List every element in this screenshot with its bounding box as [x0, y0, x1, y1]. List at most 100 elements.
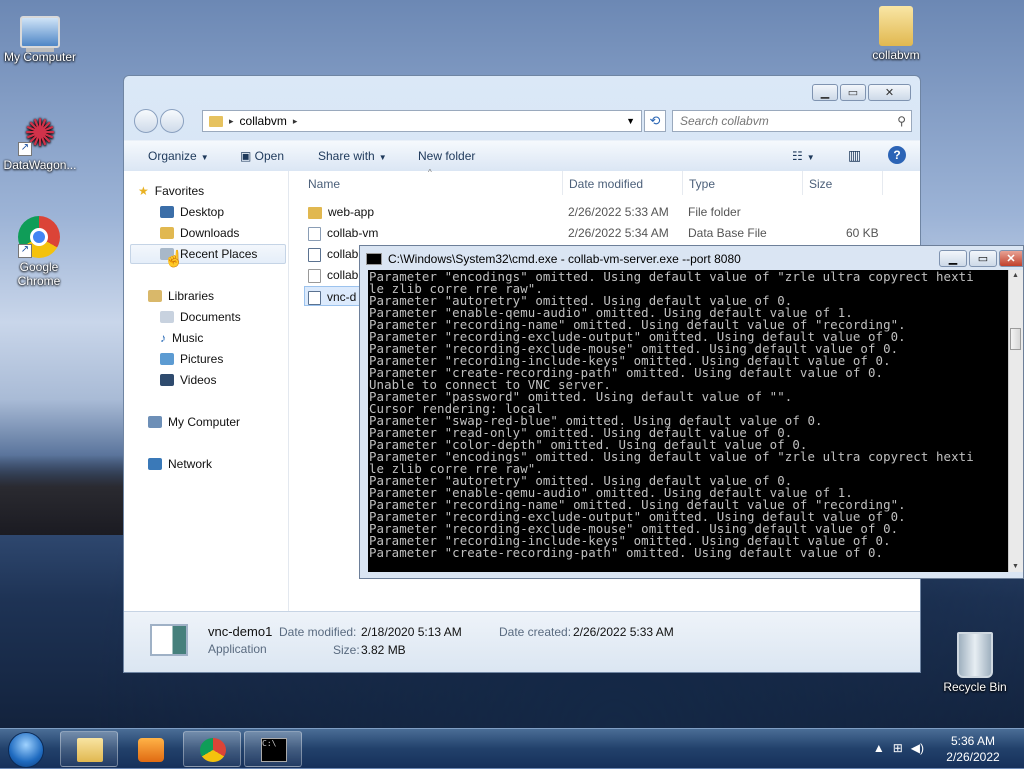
desktop-icon-label: Recycle Bin	[943, 680, 1007, 694]
scroll-down-icon[interactable]: ▼	[1012, 563, 1019, 570]
column-divider[interactable]	[882, 171, 883, 195]
explorer-icon	[77, 738, 103, 762]
view-list-icon: ☷	[792, 149, 803, 163]
folder-icon	[209, 115, 223, 127]
back-button[interactable]	[134, 109, 158, 133]
media-player-icon	[138, 738, 164, 762]
nav-label: Desktop	[180, 205, 225, 219]
column-divider[interactable]	[682, 171, 683, 195]
taskbar-cmd[interactable]: C:\	[244, 731, 302, 767]
maximize-button[interactable]: ▭	[969, 250, 997, 267]
windows-logo-icon	[8, 732, 44, 768]
new-folder-button[interactable]: New folder	[418, 149, 475, 163]
folder-icon	[879, 6, 913, 46]
search-input[interactable]: Search collabvm ⚲	[672, 110, 912, 132]
desktop-icon-recycle-bin[interactable]: Recycle Bin	[935, 632, 1015, 694]
nav-downloads[interactable]: Downloads	[160, 223, 239, 243]
show-hidden-icons-icon[interactable]: ▲	[873, 741, 885, 755]
preview-pane-icon[interactable]: ▥	[848, 147, 861, 164]
taskbar-chrome[interactable]	[183, 731, 241, 767]
address-bar[interactable]: ▸ collabvm ▸ ▼	[202, 110, 642, 132]
details-date-modified-label: Date modified:	[279, 625, 357, 639]
breadcrumb-collabvm[interactable]: collabvm	[240, 114, 287, 128]
share-with-menu[interactable]: Share with ▼	[318, 149, 387, 163]
nav-label: Documents	[180, 310, 241, 324]
column-size[interactable]: Size	[809, 177, 832, 191]
file-row[interactable]: web-app 2/26/2022 5:33 AM File folder	[308, 202, 741, 222]
file-row[interactable]: collab-vm 2/26/2022 5:34 AM Data Base Fi…	[308, 223, 879, 243]
application-icon	[308, 247, 321, 262]
desktop-icon-chrome[interactable]: ↗ Google Chrome	[0, 216, 80, 288]
desktop-icon-label: collabvm	[872, 48, 920, 62]
nav-pictures[interactable]: Pictures	[160, 349, 223, 369]
clock-date: 2/26/2022	[946, 750, 1000, 764]
desktop-icon-datawagon[interactable]: ✺ ↗ DataWagon...	[0, 112, 80, 172]
vertical-scrollbar[interactable]: ▲ ▼	[1008, 270, 1023, 572]
nav-label: Videos	[180, 373, 217, 387]
refresh-button[interactable]: ⟲	[644, 110, 666, 132]
documents-icon	[160, 311, 174, 323]
file-type: Data Base File	[688, 226, 767, 240]
file-row[interactable]: collab	[308, 265, 358, 285]
database-file-icon	[308, 226, 321, 241]
column-divider[interactable]	[562, 171, 563, 195]
maximize-button[interactable]: ▭	[840, 84, 866, 101]
nav-network[interactable]: Network	[148, 454, 212, 474]
cmd-title-bar[interactable]: C:\Windows\System32\cmd.exe - collab-vm-…	[366, 250, 741, 268]
star-icon: ★	[138, 184, 149, 198]
details-file-type: Application	[208, 642, 267, 656]
scroll-up-icon[interactable]: ▲	[1012, 272, 1019, 279]
nav-documents[interactable]: Documents	[160, 307, 241, 327]
start-button[interactable]	[4, 729, 48, 769]
chevron-down-icon: ▼	[200, 153, 209, 162]
nav-music[interactable]: ♪ Music	[160, 328, 203, 348]
nav-desktop[interactable]: Desktop	[160, 202, 224, 222]
breadcrumb-separator[interactable]: ▸	[229, 116, 234, 127]
organize-label: Organize	[148, 149, 197, 163]
minimize-button[interactable]: ▁	[812, 84, 838, 101]
tray-icons: ▲ ⊞ ◀)	[873, 741, 924, 755]
open-button[interactable]: ▣ Open	[240, 149, 284, 163]
view-options-button[interactable]: ☷ ▼	[792, 149, 815, 163]
cmd-icon: C:\	[261, 738, 287, 762]
videos-icon	[160, 374, 174, 386]
shortcut-arrow-icon: ↗	[18, 142, 32, 156]
organize-menu[interactable]: Organize ▼	[148, 149, 209, 163]
taskbar-explorer[interactable]	[60, 731, 118, 767]
close-button[interactable]: ✕	[999, 250, 1023, 267]
network-icon	[148, 458, 162, 470]
column-type[interactable]: Type	[689, 177, 715, 191]
minimize-button[interactable]: ▁	[939, 250, 967, 267]
chevron-down-icon[interactable]: ▼	[626, 116, 635, 126]
network-icon[interactable]: ⊞	[893, 741, 903, 755]
scrollbar-thumb[interactable]	[1010, 328, 1021, 350]
file-row[interactable]: collab	[308, 244, 358, 264]
close-button[interactable]: ✕	[868, 84, 911, 101]
desktop-icon-my-computer[interactable]: My Computer	[0, 8, 80, 64]
desktop-icon-collabvm[interactable]: collabvm	[856, 6, 936, 62]
music-icon: ♪	[160, 331, 166, 345]
column-headers: Name ^ Date modified Type Size	[300, 168, 920, 195]
column-divider[interactable]	[802, 171, 803, 195]
nav-favorites[interactable]: ★ Favorites	[138, 181, 204, 201]
clock[interactable]: 5:36 AM 2/26/2022	[938, 733, 1008, 765]
shortcut-arrow-icon: ↗	[18, 244, 32, 258]
nav-label: Recent Places	[180, 247, 258, 261]
search-icon[interactable]: ⚲	[897, 111, 906, 131]
forward-button[interactable]	[160, 109, 184, 133]
nav-videos[interactable]: Videos	[160, 370, 216, 390]
datawagon-icon: ✺ ↗	[18, 112, 62, 156]
volume-icon[interactable]: ◀)	[911, 741, 924, 755]
help-icon[interactable]: ?	[888, 146, 906, 164]
column-date-modified[interactable]: Date modified	[569, 177, 643, 191]
file-type: File folder	[688, 205, 741, 219]
nav-my-computer[interactable]: My Computer	[148, 412, 240, 432]
breadcrumb-separator[interactable]: ▸	[293, 116, 298, 127]
clock-time: 5:36 AM	[950, 734, 996, 748]
console-output[interactable]: Parameter "encodings" omitted. Using def…	[368, 270, 1009, 572]
window-controls: ▁ ▭ ✕	[939, 250, 1023, 267]
chevron-down-icon: ▼	[806, 153, 815, 162]
nav-libraries[interactable]: Libraries	[148, 286, 214, 306]
column-name[interactable]: Name	[308, 177, 340, 191]
taskbar-media-player[interactable]	[121, 731, 179, 767]
